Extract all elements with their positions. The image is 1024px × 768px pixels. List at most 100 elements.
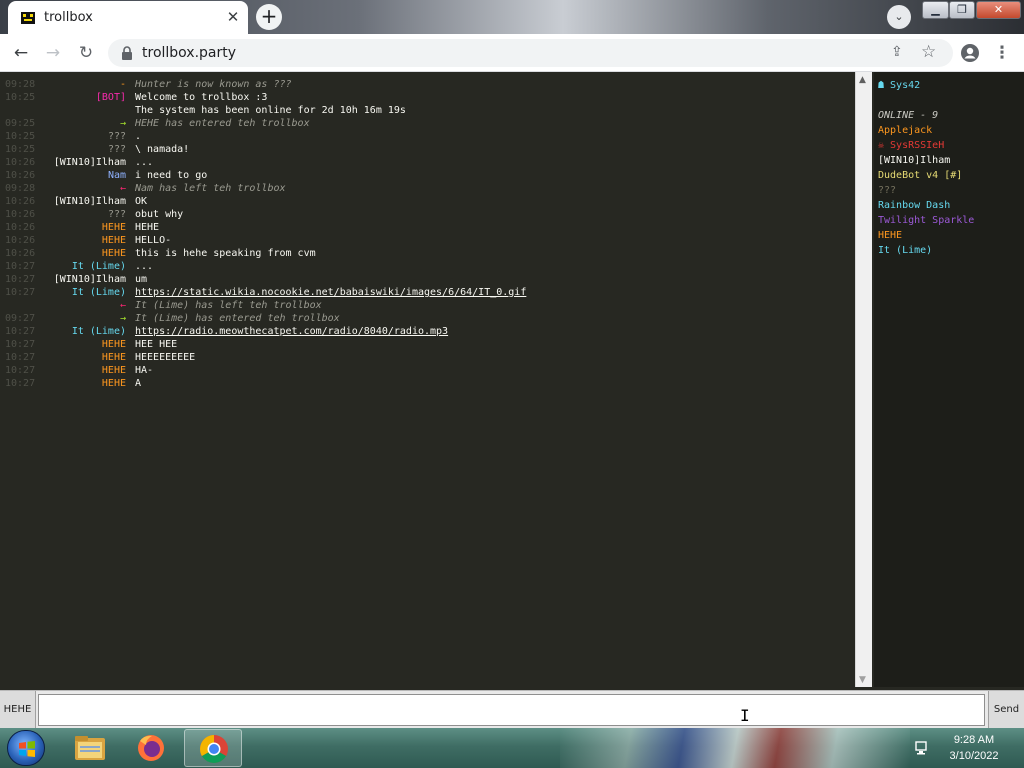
chat-message-row: 10:25??? \ namada! <box>0 143 853 156</box>
message-link[interactable]: https://static.wikia.nocookie.net/babais… <box>135 287 526 298</box>
window-maximize-button[interactable]: ❐ <box>949 1 975 19</box>
message-timestamp: 10:26 <box>5 248 36 259</box>
tab-search-icon[interactable]: ⌄ <box>887 5 911 29</box>
chat-message-row: 10:25 [BOT] Welcome to trollbox :3 <box>0 91 853 104</box>
online-user[interactable]: ☠ SysRSSIeH <box>878 138 1024 153</box>
profile-avatar-icon[interactable] <box>958 41 982 65</box>
message-nickname[interactable]: HEHE <box>44 338 126 351</box>
message-text: Welcome to trollbox :3 <box>135 92 268 103</box>
message-nickname[interactable]: [WIN10]Ilham <box>44 273 126 286</box>
system-notice-text: Hunter is now known as ??? <box>135 79 292 90</box>
message-timestamp: 10:26 <box>5 196 36 207</box>
message-nickname[interactable]: HEHE <box>44 234 126 247</box>
message-text: um <box>135 274 148 285</box>
message-nickname[interactable]: ??? <box>44 130 126 143</box>
message-timestamp: 10:27 <box>5 326 36 337</box>
message-timestamp: 10:26 <box>5 170 36 181</box>
bookmark-star-icon[interactable]: ☆ <box>921 42 936 62</box>
system-clock[interactable]: 9:28 AM 3/10/2022 <box>942 732 1006 764</box>
chat-message-row: 09:28- Hunter is now known as ??? <box>0 78 853 91</box>
message-nickname[interactable]: ??? <box>44 208 126 221</box>
message-text: HEE HEE <box>135 339 178 350</box>
message-text: \ namada! <box>135 144 190 155</box>
back-arrow-icon[interactable]: ← <box>9 41 33 65</box>
chat-scrollbar[interactable]: ▲ ▼ <box>855 72 872 687</box>
send-button[interactable]: Send <box>988 691 1024 728</box>
message-timestamp: 09:27 <box>5 313 36 324</box>
online-user[interactable]: Twilight Sparkle <box>878 213 1024 228</box>
network-tray-icon[interactable] <box>914 740 930 756</box>
message-nickname[interactable]: Nam <box>44 169 126 182</box>
message-nickname[interactable]: HEHE <box>44 221 126 234</box>
online-user[interactable]: Applejack <box>878 123 1024 138</box>
message-timestamp: 10:27 <box>5 378 36 389</box>
file-explorer-taskbar-icon[interactable] <box>60 729 118 767</box>
url-text[interactable]: trollbox.party <box>142 45 236 61</box>
message-nickname[interactable]: It (Lime) <box>44 286 126 299</box>
message-text: The system has been online for 2d 10h 16… <box>135 105 406 116</box>
message-timestamp: 10:27 <box>5 274 36 285</box>
system-notice-text: It (Lime) has left teh trollbox <box>135 300 322 311</box>
message-nickname[interactable]: [WIN10]Ilham <box>44 195 126 208</box>
window-minimize-button[interactable]: ▁ <box>922 1 949 19</box>
nickname-button[interactable]: HEHE <box>0 691 36 728</box>
forward-arrow-icon[interactable]: → <box>41 41 65 65</box>
browser-tab[interactable]: trollbox ✕ <box>8 1 248 34</box>
online-user[interactable]: It (Lime) <box>878 243 1024 258</box>
message-text: HEHE <box>135 222 160 233</box>
message-nickname[interactable]: HEHE <box>44 377 126 390</box>
system-notice-text: HEHE has entered teh trollbox <box>135 118 310 129</box>
channel-name[interactable]: ☗ Sys42 <box>878 78 1024 93</box>
message-nickname[interactable]: - <box>44 78 126 91</box>
share-icon[interactable]: ⇪ <box>891 44 903 60</box>
scroll-down-arrow-icon[interactable]: ▼ <box>859 675 866 685</box>
address-bar[interactable]: trollbox.party ⇪ ☆ <box>108 39 953 67</box>
message-nickname[interactable]: → <box>44 312 126 325</box>
chat-log: 09:28- Hunter is now known as ??? 10:25 [BO… <box>0 72 853 687</box>
message-nickname[interactable]: HEHE <box>44 351 126 364</box>
message-nickname[interactable]: ??? <box>44 143 126 156</box>
start-button[interactable] <box>7 730 45 766</box>
chrome-taskbar-icon[interactable] <box>184 729 242 767</box>
message-timestamp: 10:25 <box>5 92 36 103</box>
message-nickname[interactable]: It (Lime) <box>44 260 126 273</box>
chat-message-row: 10:27 HEHE HEE HEE <box>0 338 853 351</box>
chat-message-row: 09:27 → It (Lime) has entered teh trollbox <box>0 312 853 325</box>
message-link[interactable]: https://radio.meowthecatpet.com/radio/80… <box>135 326 448 337</box>
trollbox-favicon-icon <box>21 12 35 24</box>
message-nickname[interactable]: ← <box>44 299 126 312</box>
chat-message-row: 10:27 [WIN10]Ilham um <box>0 273 853 286</box>
firefox-taskbar-icon[interactable] <box>122 729 180 767</box>
chat-message-row: 10:26 HEHE this is hehe speaking from cvm <box>0 247 853 260</box>
message-input[interactable] <box>38 694 985 726</box>
window-close-button[interactable]: ✕ <box>976 1 1021 19</box>
chat-message-row: 10:27 HEHE A <box>0 377 853 390</box>
reload-icon[interactable]: ↻ <box>74 41 98 65</box>
message-nickname[interactable]: HEHE <box>44 247 126 260</box>
online-user[interactable]: DudeBot v4 [#] <box>878 168 1024 183</box>
chat-message-row: 09:25 → HEHE has entered teh trollbox <box>0 117 853 130</box>
message-nickname[interactable]: → <box>44 117 126 130</box>
online-user[interactable]: [WIN10]Ilham <box>878 153 1024 168</box>
message-timestamp: 10:27 <box>5 352 36 363</box>
tab-title: trollbox <box>44 10 93 25</box>
message-nickname[interactable]: ← <box>44 182 126 195</box>
chat-message-row: 10:26 [WIN10]Ilham... <box>0 156 853 169</box>
message-timestamp: 10:27 <box>5 365 36 376</box>
tab-close-icon[interactable]: ✕ <box>224 8 242 26</box>
online-user[interactable]: Rainbow Dash <box>878 198 1024 213</box>
online-user[interactable]: HEHE <box>878 228 1024 243</box>
scroll-up-arrow-icon[interactable]: ▲ <box>859 75 866 85</box>
kebab-menu-icon[interactable]: ⋮ <box>990 41 1014 65</box>
wallpaper-art <box>560 728 910 768</box>
message-text: i need to go <box>135 170 208 181</box>
chat-message-row: 10:26 HEHE HEHE <box>0 221 853 234</box>
new-tab-button[interactable]: + <box>256 4 282 30</box>
browser-toolbar: ← → ↻ trollbox.party ⇪ ☆ ⋮ <box>0 34 1024 72</box>
clock-time: 9:28 AM <box>953 734 995 746</box>
message-nickname[interactable]: HEHE <box>44 364 126 377</box>
online-user[interactable]: ??? <box>878 183 1024 198</box>
message-nickname[interactable]: It (Lime) <box>44 325 126 338</box>
message-nickname[interactable]: [WIN10]Ilham <box>44 156 126 169</box>
message-nickname[interactable]: [BOT] <box>44 91 126 104</box>
